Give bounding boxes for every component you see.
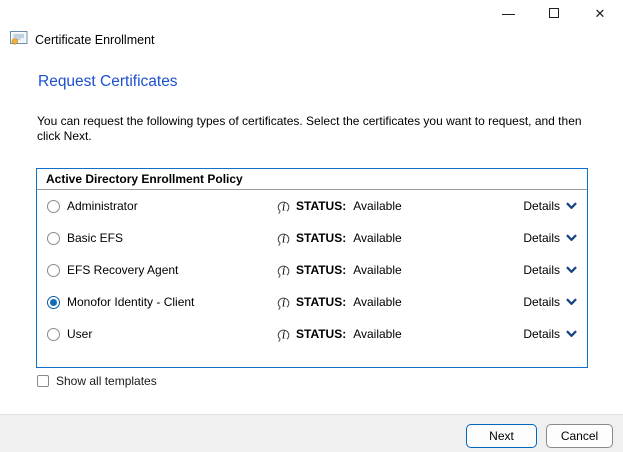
chevron-down-icon — [566, 330, 577, 338]
app-title: Certificate Enrollment — [35, 33, 155, 47]
maximize-button[interactable] — [531, 0, 577, 26]
template-name: Basic EFS — [67, 231, 277, 245]
info-icon: i — [277, 262, 290, 278]
status-value: Available — [353, 199, 401, 213]
chevron-down-icon — [566, 266, 577, 274]
status-value: Available — [353, 231, 401, 245]
app-header: Certificate Enrollment — [10, 31, 155, 48]
info-icon: i — [277, 326, 290, 342]
details-label: Details — [523, 295, 560, 309]
details-label: Details — [523, 327, 560, 341]
status-label: STATUS: — [296, 199, 346, 213]
status-value: Available — [353, 263, 401, 277]
status-label: STATUS: — [296, 231, 346, 245]
show-all-templates-option[interactable]: Show all templates — [37, 374, 157, 388]
template-row-efs-recovery-agent[interactable]: EFS Recovery Agent i STATUS: Available D… — [37, 254, 587, 286]
template-name: EFS Recovery Agent — [67, 263, 277, 277]
policy-group-header[interactable]: Active Directory Enrollment Policy — [37, 169, 587, 190]
minimize-icon — [502, 14, 515, 15]
svg-text:i: i — [282, 232, 286, 245]
radio-user[interactable] — [47, 328, 60, 341]
details-label: Details — [523, 199, 560, 213]
details-label: Details — [523, 231, 560, 245]
radio-efs-recovery-agent[interactable] — [47, 264, 60, 277]
minimize-button[interactable] — [485, 0, 531, 26]
info-icon: i — [277, 294, 290, 310]
template-row-administrator[interactable]: Administrator i STATUS: Available Detail… — [37, 190, 587, 222]
template-row-user[interactable]: User i STATUS: Available Details — [37, 318, 587, 350]
status-value: Available — [353, 327, 401, 341]
radio-basic-efs[interactable] — [47, 232, 60, 245]
status-group: i STATUS: Available — [277, 198, 402, 214]
certificate-icon — [10, 31, 28, 48]
template-name: Administrator — [67, 199, 277, 213]
status-label: STATUS: — [296, 263, 346, 277]
status-value: Available — [353, 295, 401, 309]
cancel-button[interactable]: Cancel — [546, 424, 613, 448]
status-label: STATUS: — [296, 327, 346, 341]
details-toggle[interactable]: Details — [523, 327, 577, 341]
status-group: i STATUS: Available — [277, 230, 402, 246]
page-title: Request Certificates — [38, 73, 178, 91]
details-toggle[interactable]: Details — [523, 295, 577, 309]
close-icon: ✕ — [595, 7, 606, 20]
details-toggle[interactable]: Details — [523, 231, 577, 245]
svg-text:i: i — [282, 264, 286, 277]
template-row-basic-efs[interactable]: Basic EFS i STATUS: Available Details — [37, 222, 587, 254]
svg-text:i: i — [282, 296, 286, 309]
next-button[interactable]: Next — [466, 424, 537, 448]
status-label: STATUS: — [296, 295, 346, 309]
template-name: Monofor Identity - Client — [67, 295, 277, 309]
show-all-templates-label: Show all templates — [56, 374, 157, 388]
page-description: You can request the following types of c… — [37, 114, 594, 144]
svg-text:i: i — [282, 328, 286, 341]
maximize-icon — [549, 8, 559, 18]
close-button[interactable]: ✕ — [577, 0, 623, 26]
chevron-down-icon — [566, 202, 577, 210]
svg-text:i: i — [282, 200, 286, 213]
chevron-down-icon — [566, 298, 577, 306]
show-all-templates-checkbox[interactable] — [37, 375, 49, 387]
footer-bar: Next Cancel — [0, 414, 623, 452]
status-group: i STATUS: Available — [277, 262, 402, 278]
template-row-monofor-identity-client[interactable]: Monofor Identity - Client i STATUS: Avai… — [37, 286, 587, 318]
window-controls: ✕ — [485, 0, 623, 26]
template-name: User — [67, 327, 277, 341]
status-group: i STATUS: Available — [277, 294, 402, 310]
chevron-down-icon — [566, 234, 577, 242]
enrollment-policy-listbox: Active Directory Enrollment Policy Admin… — [36, 168, 588, 368]
status-group: i STATUS: Available — [277, 326, 402, 342]
info-icon: i — [277, 230, 290, 246]
details-toggle[interactable]: Details — [523, 263, 577, 277]
info-icon: i — [277, 198, 290, 214]
radio-administrator[interactable] — [47, 200, 60, 213]
details-label: Details — [523, 263, 560, 277]
details-toggle[interactable]: Details — [523, 199, 577, 213]
radio-monofor-identity-client[interactable] — [47, 296, 60, 309]
